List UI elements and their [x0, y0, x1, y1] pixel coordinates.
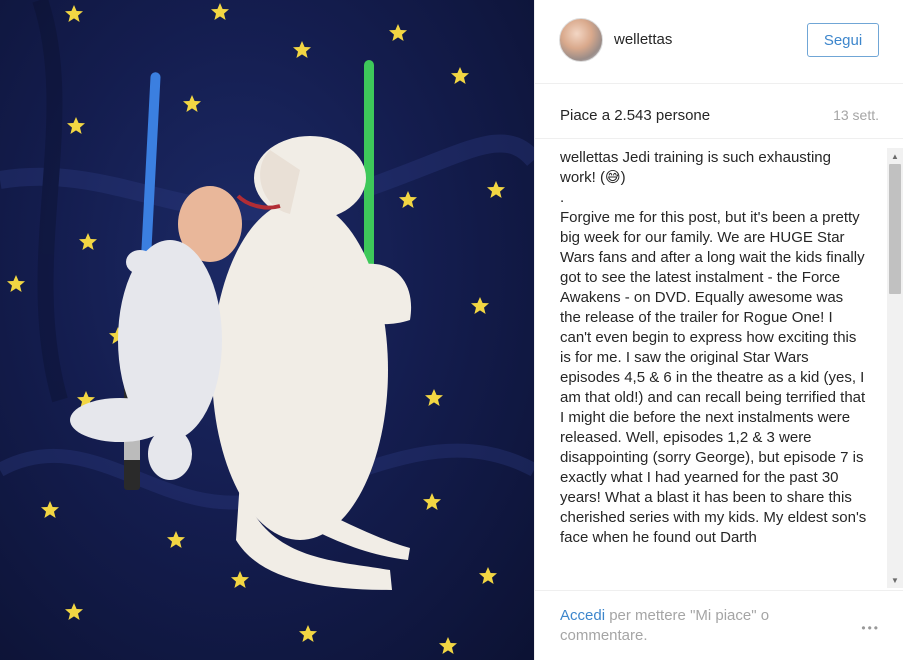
more-options-icon[interactable]: •••	[861, 621, 880, 635]
comments-scrollbar[interactable]: ▲ ▼	[887, 148, 903, 588]
scroll-up-arrow-icon[interactable]: ▲	[887, 148, 903, 164]
follow-button[interactable]: Segui	[807, 23, 879, 57]
login-prompt: Accedi per mettere "Mi piace" o commenta…	[560, 606, 820, 646]
post-footer: Accedi per mettere "Mi piace" o commenta…	[535, 590, 903, 660]
post-details-panel: wellettas Segui Piace a 2.543 persone 13…	[534, 0, 903, 660]
likes-count[interactable]: Piace a 2.543 persone	[560, 107, 710, 124]
baby	[70, 186, 242, 480]
caption-author-link[interactable]: wellettas	[560, 149, 618, 166]
username-link[interactable]: wellettas	[614, 31, 672, 48]
scroll-down-arrow-icon[interactable]: ▼	[887, 572, 903, 588]
post-caption: wellettas Jedi training is such exhausti…	[560, 148, 868, 548]
caption-text: Jedi training is such exhausting work! (…	[560, 149, 867, 546]
post-photo	[0, 0, 534, 660]
comments-area[interactable]: wellettas Jedi training is such exhausti…	[535, 140, 903, 590]
post-timestamp[interactable]: 13 sett.	[833, 107, 879, 123]
photo-illustration	[0, 0, 534, 654]
post-header: wellettas Segui	[535, 0, 903, 84]
avatar[interactable]	[559, 18, 603, 62]
login-link[interactable]: Accedi	[560, 607, 605, 624]
scroll-thumb[interactable]	[889, 164, 901, 294]
post-stats: Piace a 2.543 persone 13 sett.	[535, 84, 903, 139]
